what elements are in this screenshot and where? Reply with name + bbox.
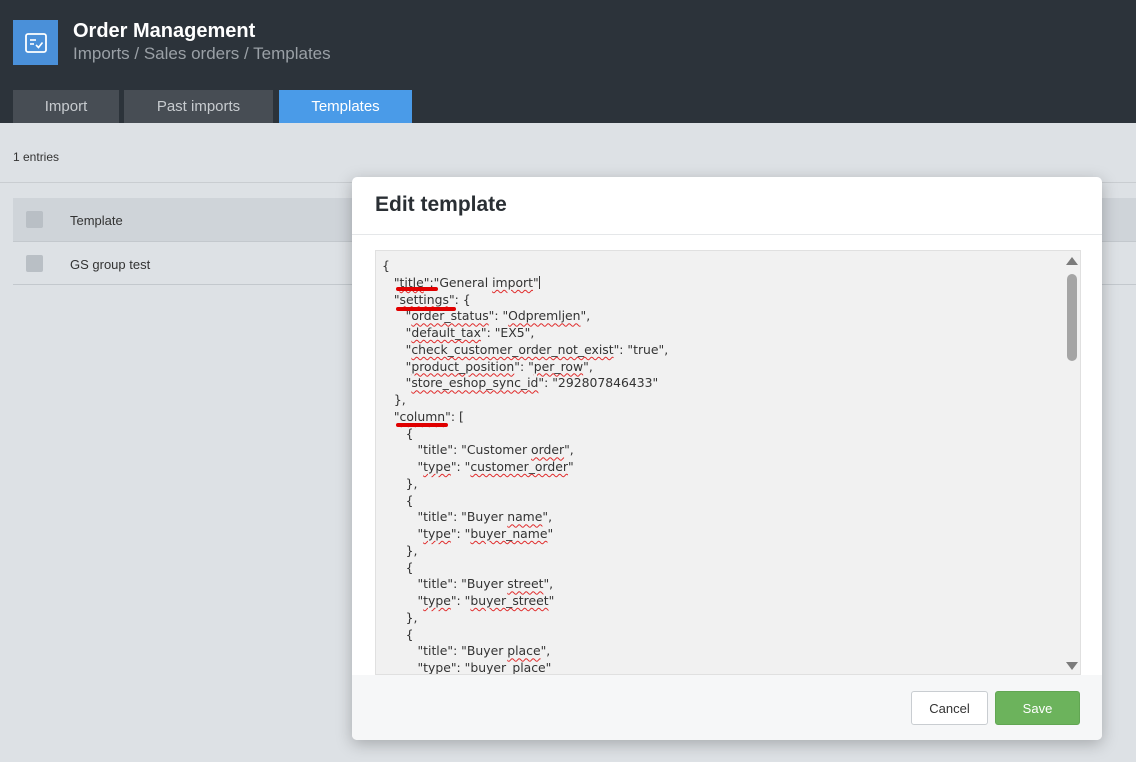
code-line: {: [382, 626, 414, 642]
code-line: "product_position": "per_row",: [382, 358, 593, 374]
annotation-underline-settings: [396, 307, 456, 311]
code-line: "type": "customer_order": [382, 459, 574, 474]
code-line: "default_tax": "EX5",: [382, 325, 535, 340]
breadcrumb: Imports / Sales orders / Templates: [73, 44, 331, 63]
code-line: "type": "buyer_place": [382, 660, 552, 675]
code-line: {: [382, 258, 390, 273]
code-line: "title": "Customer order",: [382, 442, 574, 458]
scroll-up-arrow-icon[interactable]: [1066, 257, 1078, 265]
code-line: "title": "Buyer name",: [382, 509, 553, 525]
code-line: {: [382, 559, 414, 575]
code-line: "settings": {: [382, 291, 471, 307]
tab-past-imports[interactable]: Past imports: [124, 90, 273, 123]
select-all-checkbox[interactable]: [26, 211, 43, 228]
code-content[interactable]: { "title":"General import" "settings": {…: [382, 258, 669, 675]
annotation-underline-title: [396, 287, 438, 291]
code-line: "store_eshop_sync_id": "292807846433": [382, 375, 659, 391]
code-line: },: [382, 475, 418, 491]
cancel-button[interactable]: Cancel: [911, 691, 988, 725]
app-title: Order Management: [73, 20, 256, 42]
code-line: },: [382, 542, 418, 558]
code-line: "type": "buyer_street": [382, 593, 555, 608]
code-line: {: [382, 492, 414, 508]
top-bar: Order Management Imports / Sales orders …: [0, 0, 1136, 123]
modal-divider: [352, 234, 1102, 235]
modal-title: Edit template: [375, 193, 507, 216]
scroll-down-arrow-icon[interactable]: [1066, 662, 1078, 670]
template-name-cell[interactable]: GS group test: [70, 257, 150, 272]
code-line: "check_customer_order_not_exist": "true"…: [382, 341, 669, 357]
annotation-underline-column: [396, 423, 448, 427]
code-line: "title": "Buyer place",: [382, 643, 551, 659]
tab-templates[interactable]: Templates: [279, 90, 412, 123]
template-code-editor[interactable]: { "title":"General import" "settings": {…: [375, 250, 1081, 675]
row-checkbox[interactable]: [26, 255, 43, 272]
editor-scrollbar[interactable]: [1063, 251, 1080, 674]
edit-template-modal: Edit template { "title":"General import"…: [352, 177, 1102, 740]
code-line: {: [382, 425, 414, 441]
scrollbar-thumb[interactable]: [1067, 274, 1077, 361]
save-button[interactable]: Save: [995, 691, 1080, 725]
modal-footer: Cancel Save: [352, 675, 1102, 740]
code-line: },: [382, 392, 406, 407]
checklist-icon: [13, 20, 58, 65]
tab-import[interactable]: Import: [13, 90, 119, 123]
code-line: "title": "Buyer street",: [382, 576, 554, 592]
entries-count: 1 entries: [13, 150, 60, 164]
code-line: "type": "buyer_name": [382, 526, 554, 541]
column-header-template[interactable]: Template: [70, 213, 123, 228]
code-line: },: [382, 609, 418, 625]
